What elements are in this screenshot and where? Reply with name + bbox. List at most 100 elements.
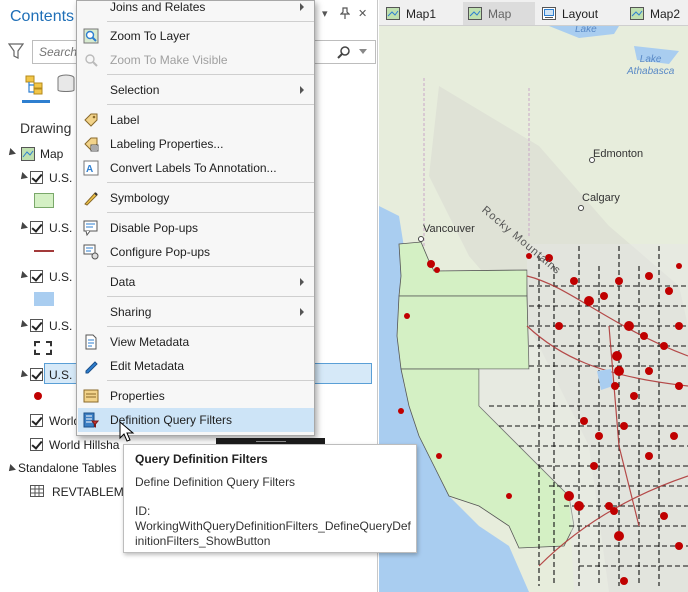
filter-icon[interactable]: [8, 42, 24, 60]
menu-item-symbology[interactable]: Symbology: [78, 186, 314, 210]
menu-item-data[interactable]: Data: [78, 270, 314, 294]
menu-item-label: Zoom To Make Visible: [110, 53, 228, 67]
map-node-label[interactable]: Map: [40, 147, 63, 161]
menu-item-sharing[interactable]: Sharing: [78, 300, 314, 324]
map-tab-icon: [468, 7, 482, 20]
layer-symbol-point[interactable]: [34, 392, 42, 400]
menu-item-joins-and-relates[interactable]: Joins and Relates: [78, 0, 314, 19]
menu-separator: [107, 296, 314, 297]
label-icon: [84, 113, 98, 127]
tab-map1[interactable]: Map1: [381, 2, 461, 25]
menu-separator: [107, 74, 314, 75]
menu-item-label: Sharing: [110, 305, 152, 319]
active-tool-indicator: [22, 100, 50, 103]
menu-item-labeling-properties[interactable]: Labeling Properties...: [78, 132, 314, 156]
tab-map2[interactable]: Map2: [625, 2, 688, 25]
map-label-vancouver: Vancouver: [423, 223, 475, 235]
expand-layer-toggle[interactable]: [18, 370, 28, 380]
menu-item-label: Joins and Relates: [110, 0, 206, 14]
zoom-to-layer-icon: [83, 28, 99, 44]
expand-map-toggle[interactable]: [6, 148, 16, 158]
standalone-tables-heading[interactable]: Standalone Tables: [18, 461, 117, 475]
tab-map[interactable]: Map: [463, 2, 535, 25]
layer-visibility-checkbox[interactable]: [30, 221, 43, 234]
close-pane-icon[interactable]: ✕: [358, 7, 367, 20]
map-label-lake: Lake: [575, 26, 597, 35]
edit-metadata-icon: [85, 361, 98, 374]
tab-label: Map: [488, 7, 512, 21]
list-by-data-source-icon[interactable]: [56, 74, 76, 94]
tab-layout[interactable]: Layout: [537, 2, 625, 25]
view-tabbar: Map1 Map Layout Map2: [379, 0, 688, 26]
tooltip-title: Query Definition Filters: [135, 452, 268, 466]
menu-item-zoom-to-make-visible: Zoom To Make Visible: [78, 48, 314, 72]
menu-item-label: Zoom To Layer: [110, 29, 190, 43]
expand-layer-toggle[interactable]: [18, 172, 28, 182]
list-by-drawing-order-icon[interactable]: [24, 74, 46, 96]
view-metadata-icon: [85, 334, 97, 350]
map-view[interactable]: Lake Lake Athabasca Edmonton Calgary Van…: [379, 26, 688, 592]
menu-item-properties[interactable]: Properties: [78, 384, 314, 408]
map-tab-icon: [630, 7, 644, 20]
menu-item-disable-popups[interactable]: Disable Pop-ups: [78, 216, 314, 240]
map-label-calgary: Calgary: [582, 192, 620, 204]
layout-tab-icon: [542, 7, 556, 20]
layer-visibility-checkbox[interactable]: [30, 171, 43, 184]
layer-label[interactable]: World Hillsha: [49, 438, 119, 452]
search-icon[interactable]: [337, 45, 351, 59]
layer-symbol-line[interactable]: [34, 250, 54, 252]
map-tab-icon: [386, 7, 400, 20]
pane-options-dropdown[interactable]: ▾: [322, 7, 328, 20]
disable-popups-icon: [83, 220, 98, 236]
menu-item-label: Properties: [110, 389, 165, 403]
map-label-edmonton: Edmonton: [593, 148, 644, 160]
layer-visibility-checkbox[interactable]: [30, 270, 43, 283]
convert-labels-icon: A: [83, 160, 99, 176]
table-icon: [30, 485, 44, 497]
menu-item-view-metadata[interactable]: View Metadata: [78, 330, 314, 354]
menu-separator: [107, 380, 314, 381]
layer-symbol-water[interactable]: [34, 292, 54, 306]
layer-visibility-checkbox[interactable]: [30, 319, 43, 332]
menu-separator: [107, 21, 314, 22]
layer-symbol-boundary[interactable]: [34, 341, 52, 355]
svg-text:A: A: [86, 164, 93, 175]
map-label-lake-athabasca: Lake Athabasca: [627, 54, 675, 77]
expand-layer-toggle[interactable]: [18, 271, 28, 281]
menu-item-convert-labels[interactable]: A Convert Labels To Annotation...: [78, 156, 314, 180]
tab-label: Layout: [562, 7, 599, 21]
configure-popups-icon: [83, 244, 99, 260]
map-icon: [21, 147, 35, 161]
layer-visibility-checkbox[interactable]: [30, 368, 43, 381]
menu-separator: [107, 266, 314, 267]
pin-icon[interactable]: [339, 7, 351, 22]
layer-context-menu: Joins and Relates Zoom To Layer Zoom To …: [76, 0, 315, 436]
layer-visibility-checkbox[interactable]: [30, 414, 43, 427]
menu-item-configure-popups[interactable]: Configure Pop-ups: [78, 240, 314, 264]
layer-symbol-polygon[interactable]: [34, 193, 54, 208]
submenu-arrow-icon: [300, 3, 304, 11]
menu-item-label: Convert Labels To Annotation...: [110, 161, 277, 175]
menu-item-selection[interactable]: Selection: [78, 78, 314, 102]
menu-item-label: Labeling Properties...: [110, 137, 224, 151]
tooltip-id: ID: WorkingWithQueryDefinitionFilters_De…: [135, 504, 411, 549]
menu-item-definition-query-filters[interactable]: Definition Query Filters: [78, 408, 314, 432]
menu-item-edit-metadata[interactable]: Edit Metadata: [78, 354, 314, 378]
submenu-arrow-icon: [300, 278, 304, 286]
map-canvas[interactable]: [379, 26, 688, 592]
state-oregon: [396, 295, 530, 370]
table-label[interactable]: REVTABLEMA: [52, 485, 132, 499]
menu-item-label[interactable]: Label: [78, 108, 314, 132]
layer-visibility-checkbox[interactable]: [30, 438, 43, 451]
expand-layer-toggle[interactable]: [18, 320, 28, 330]
menu-item-label: Symbology: [110, 191, 170, 205]
expand-layer-toggle[interactable]: [18, 222, 28, 232]
search-dropdown-icon[interactable]: [359, 49, 367, 54]
expand-tables-toggle[interactable]: [6, 464, 16, 474]
menu-item-label: Configure Pop-ups: [110, 245, 211, 259]
zoom-visible-icon: [85, 54, 98, 67]
menu-item-zoom-to-layer[interactable]: Zoom To Layer: [78, 24, 314, 48]
menu-item-label: Edit Metadata: [110, 359, 185, 373]
tooltip-description: Define Definition Query Filters: [135, 475, 296, 489]
menu-separator: [107, 104, 314, 105]
